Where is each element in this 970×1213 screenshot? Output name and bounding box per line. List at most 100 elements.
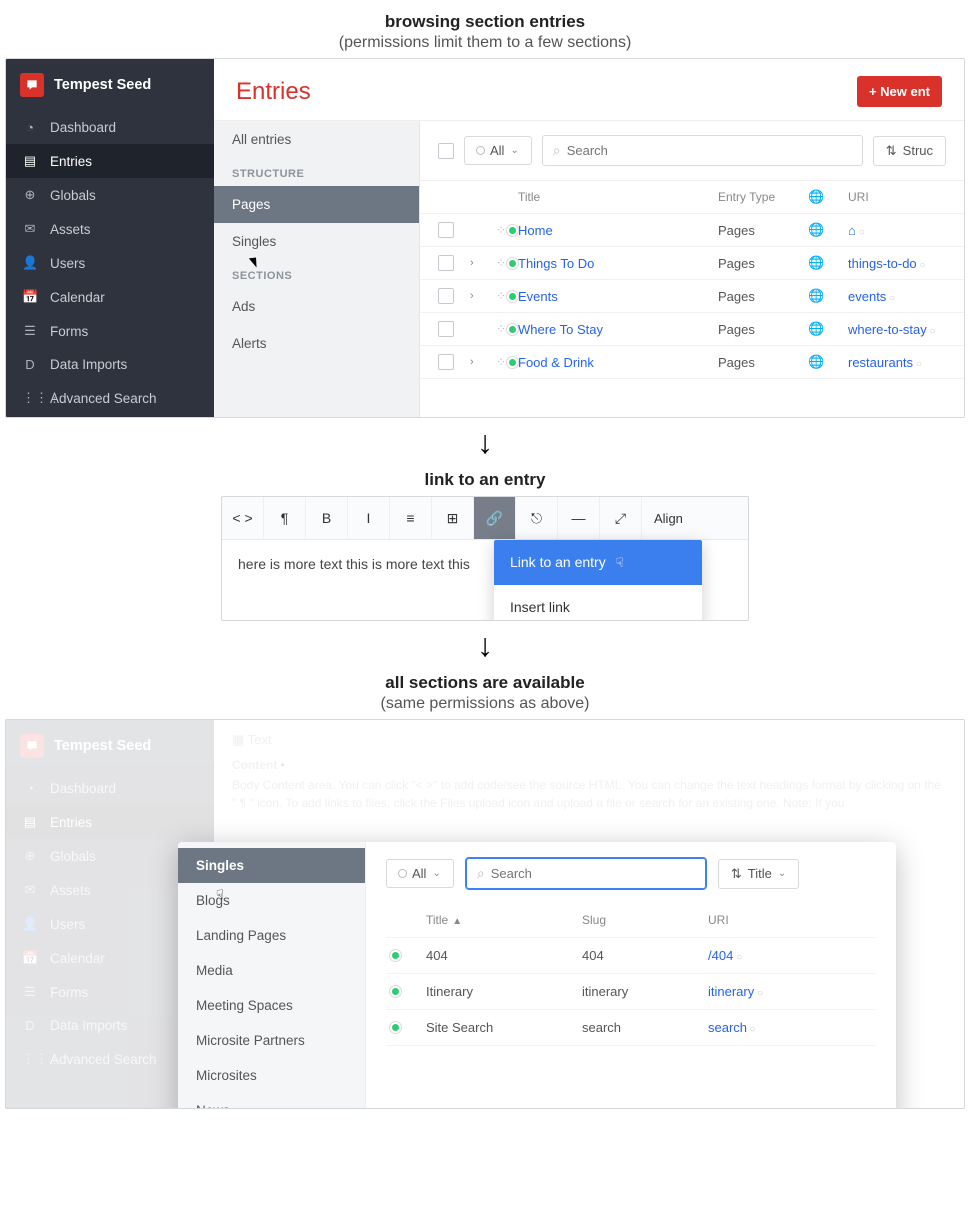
align-button[interactable]: Align: [642, 497, 695, 539]
modal-source-singles[interactable]: Singles: [178, 848, 365, 883]
entry-title-link[interactable]: Things To Do: [518, 256, 718, 271]
row-checkbox[interactable]: [438, 255, 454, 271]
status-dot-icon: [509, 227, 516, 234]
col-locale-icon[interactable]: 🌐: [808, 189, 848, 205]
modal-search-wrap[interactable]: ⌕: [466, 858, 706, 889]
table-row[interactable]: ›⁘ Things To DoPages🌐things-to-doThur: [420, 247, 964, 280]
code-icon[interactable]: < >: [222, 497, 264, 539]
drag-handle-icon[interactable]: ⁘: [496, 322, 518, 336]
drag-handle-icon[interactable]: ⁘: [496, 289, 518, 303]
subnav-singles[interactable]: Singles: [214, 223, 419, 260]
hr-icon[interactable]: —: [558, 497, 600, 539]
entry-uri-link[interactable]: /404: [708, 948, 828, 963]
subnav-ads[interactable]: Ads: [214, 288, 419, 325]
sidebar-item-calendar[interactable]: 📅Calendar: [6, 280, 214, 314]
expand-toggle[interactable]: ›: [470, 257, 496, 269]
entry-title-link[interactable]: Home: [518, 223, 718, 238]
locale-globe-icon[interactable]: 🌐: [808, 354, 848, 370]
status-filter[interactable]: All ⌄: [464, 136, 532, 165]
modal-status-filter[interactable]: All ⌄: [386, 859, 454, 888]
modal-source-meeting-spaces[interactable]: Meeting Spaces: [178, 988, 365, 1023]
sidebar-item-data-imports[interactable]: DData Imports: [6, 348, 214, 381]
sidebar-item-advanced-search[interactable]: ⋮⋮⋮Advanced Search: [6, 381, 214, 415]
locale-globe-icon[interactable]: 🌐: [808, 255, 848, 271]
entry-uri-link[interactable]: ⌂: [848, 223, 964, 238]
search-icon: ⌕: [553, 142, 561, 159]
dropdown-insert-link[interactable]: Insert link: [494, 585, 702, 621]
drag-handle-icon[interactable]: ⁘: [496, 223, 518, 237]
col-title[interactable]: Title: [518, 190, 718, 204]
mcol-title[interactable]: Title▲: [426, 913, 576, 927]
locale-globe-icon[interactable]: 🌐: [808, 288, 848, 304]
list-icon[interactable]: ≡: [390, 497, 432, 539]
mcol-slug[interactable]: Slug: [582, 913, 702, 927]
new-entry-button[interactable]: + New ent: [857, 76, 942, 107]
fullscreen-icon[interactable]: ⤢: [600, 497, 642, 539]
modal-source-microsite-partners[interactable]: Microsite Partners: [178, 1023, 365, 1058]
row-checkbox[interactable]: [438, 288, 454, 304]
sidebar-item-dashboard[interactable]: ◔Dashboard: [6, 111, 214, 144]
page-header: Entries + New ent: [214, 59, 964, 121]
modal-sort-button[interactable]: ⇅ Title ⌄: [718, 859, 799, 889]
entry-title-link[interactable]: Where To Stay: [518, 322, 718, 337]
col-uri[interactable]: URI: [848, 190, 964, 204]
sidebar-item-assets[interactable]: ✉Assets: [6, 212, 214, 246]
drag-handle-icon[interactable]: ⁘: [496, 256, 518, 270]
entry-uri-link[interactable]: where-to-stay: [848, 322, 964, 337]
dropdown-link-to-entry[interactable]: Link to an entry ☟: [494, 540, 702, 585]
modal-source-landing-pages[interactable]: Landing Pages: [178, 918, 365, 953]
link-icon[interactable]: 🔗: [474, 497, 516, 539]
entry-slug: search: [582, 1020, 702, 1035]
italic-icon[interactable]: I: [348, 497, 390, 539]
col-type[interactable]: Entry Type: [718, 190, 808, 204]
sidebar-item-globals[interactable]: ⊕Globals: [6, 178, 214, 212]
sort-button[interactable]: ⇅ Struc: [873, 136, 946, 166]
subnav-pages[interactable]: Pages: [214, 186, 419, 223]
bold-icon[interactable]: B: [306, 497, 348, 539]
table-row[interactable]: 404404/404: [386, 938, 876, 974]
drag-handle-icon[interactable]: ⁘: [496, 355, 518, 369]
modal-search-input[interactable]: [491, 866, 695, 881]
select-all-checkbox[interactable]: [438, 143, 454, 159]
expand-toggle[interactable]: ›: [470, 290, 496, 302]
modal-source-media[interactable]: Media: [178, 953, 365, 988]
search-input-wrap[interactable]: ⌕: [542, 135, 863, 166]
entry-uri-link[interactable]: events: [848, 289, 964, 304]
sidebar-item-entries[interactable]: ▤Entries: [6, 144, 214, 178]
upload-icon[interactable]: ⎋: [516, 497, 558, 539]
row-checkbox[interactable]: [438, 354, 454, 370]
table-row[interactable]: ⁘ Where To StayPages🌐where-to-stayFrida: [420, 313, 964, 346]
modal-table-header: Title▲ Slug URI: [386, 903, 876, 938]
expand-toggle[interactable]: ›: [470, 356, 496, 368]
subnav-alerts[interactable]: Alerts: [214, 325, 419, 362]
search-input[interactable]: [567, 143, 852, 158]
table-row[interactable]: Itineraryitineraryitinerary: [386, 974, 876, 1010]
modal-source-news[interactable]: News: [178, 1093, 365, 1109]
entry-title-link[interactable]: Events: [518, 289, 718, 304]
row-checkbox[interactable]: [438, 222, 454, 238]
mcol-uri[interactable]: URI: [708, 913, 828, 927]
entry-uri-link[interactable]: search: [708, 1020, 828, 1035]
modal-source-microsites[interactable]: Microsites: [178, 1058, 365, 1093]
modal-source-blogs[interactable]: Blogs: [178, 883, 365, 918]
brand[interactable]: Tempest Seed: [6, 59, 214, 111]
entry-uri-link[interactable]: itinerary: [708, 984, 828, 999]
row-checkbox[interactable]: [438, 321, 454, 337]
sidebar-item-users[interactable]: 👤Users: [6, 246, 214, 280]
table-row[interactable]: ⁘ HomePages🌐⌂9:00: [420, 214, 964, 247]
locale-globe-icon[interactable]: 🌐: [808, 321, 848, 337]
paragraph-icon[interactable]: ¶: [264, 497, 306, 539]
sidebar-item-forms[interactable]: ☰Forms: [6, 314, 214, 348]
table-row[interactable]: ›⁘ EventsPages🌐eventsFrida: [420, 280, 964, 313]
entry-title-link[interactable]: Food & Drink: [518, 355, 718, 370]
table-row[interactable]: Site Searchsearchsearch: [386, 1010, 876, 1046]
table-row[interactable]: ›⁘ Food & DrinkPages🌐restaurants3/19: [420, 346, 964, 379]
panel-editor: < >¶BI≡⊞🔗⎋—⤢Align here is more text this…: [221, 496, 749, 621]
entry-uri-link[interactable]: things-to-do: [848, 256, 964, 271]
chevron-down-icon: ⌄: [510, 145, 518, 156]
locale-globe-icon[interactable]: 🌐: [808, 222, 848, 238]
subnav-all-entries[interactable]: All entries: [214, 121, 419, 158]
table-icon[interactable]: ⊞: [432, 497, 474, 539]
editor-body[interactable]: here is more text this is more text this…: [222, 540, 748, 620]
entry-uri-link[interactable]: restaurants: [848, 355, 964, 370]
